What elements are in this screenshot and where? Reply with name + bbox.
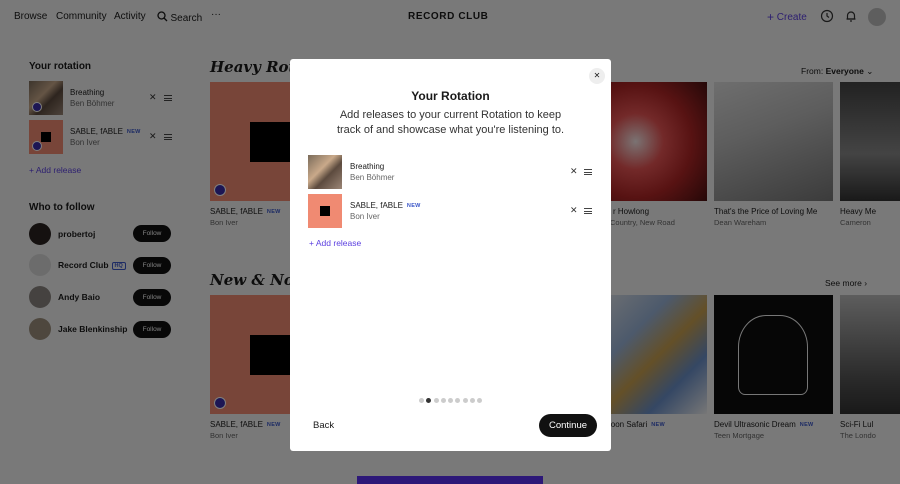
your-rotation-modal: ✕ Your Rotation Add releases to your cur…	[290, 59, 611, 451]
plus-icon: +	[309, 238, 314, 248]
album-cover-breathing	[308, 155, 342, 189]
remove-icon[interactable]: ✕	[570, 205, 578, 216]
step-dot	[448, 398, 454, 403]
step-dot	[462, 398, 468, 403]
step-dot	[419, 398, 424, 403]
modal-add-release-link[interactable]: + Add release	[309, 238, 361, 248]
close-icon[interactable]: ✕	[589, 68, 605, 84]
drag-handle-icon[interactable]	[584, 208, 592, 214]
step-dot	[470, 398, 476, 403]
modal-item-title: SABLE, fABLE NEW	[350, 201, 421, 210]
back-button[interactable]: Back	[313, 420, 334, 431]
modal-rotation-item[interactable]: Breathing Ben Böhmer ✕	[308, 155, 594, 189]
drag-handle-icon[interactable]	[584, 169, 592, 175]
remove-icon[interactable]: ✕	[570, 166, 578, 177]
modal-item-artist: Bon Iver	[350, 212, 380, 221]
modal-rotation-item[interactable]: SABLE, fABLE NEW Bon Iver ✕	[308, 194, 594, 228]
step-indicator	[419, 395, 485, 403]
step-dot	[477, 398, 483, 403]
modal-subtitle: Add releases to your current Rotation to…	[336, 109, 565, 136]
new-badge: NEW	[406, 203, 421, 209]
step-dot	[455, 398, 461, 403]
step-dot	[426, 398, 432, 403]
step-dot	[440, 398, 446, 403]
album-cover-sable-fable	[308, 194, 342, 228]
add-release-label: Add release	[315, 238, 362, 248]
modal-item-artist: Ben Böhmer	[350, 173, 395, 182]
modal-title: Your Rotation	[411, 89, 490, 103]
continue-button[interactable]: Continue	[539, 414, 597, 437]
modal-item-title-text: SABLE, fABLE	[350, 201, 403, 210]
step-dot	[433, 398, 439, 403]
modal-item-title: Breathing	[350, 162, 385, 171]
